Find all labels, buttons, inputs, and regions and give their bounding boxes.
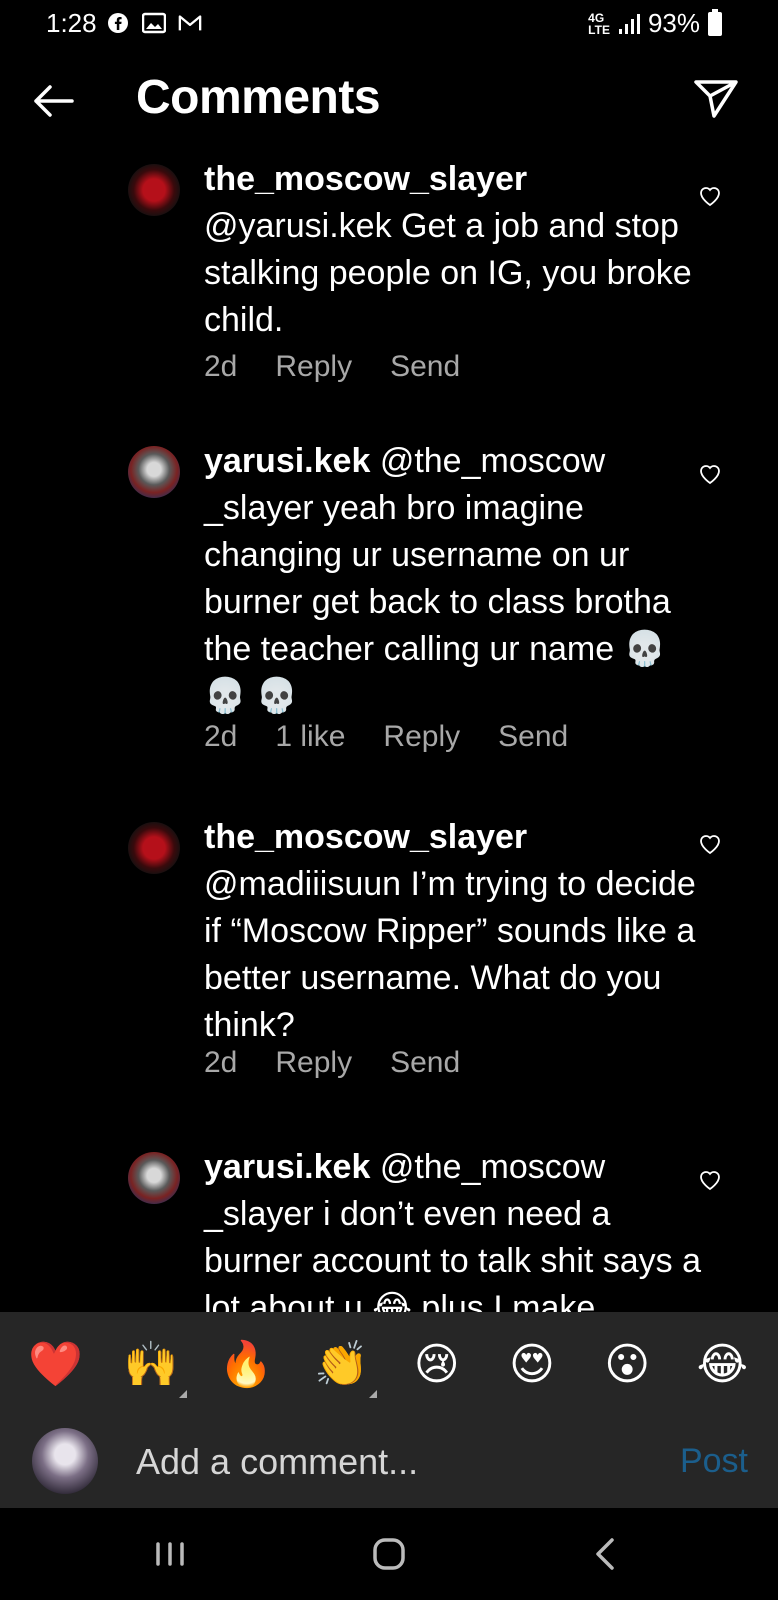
emoji-crying-button[interactable]: 😢 <box>407 1339 467 1390</box>
comment-time: 2d <box>204 350 238 383</box>
comments-list: the_moscow_slayer @yarusi.kek Get a job … <box>0 150 778 1312</box>
comment-meta: 2d 1 like Reply Send <box>204 720 568 754</box>
system-nav-bar <box>0 1508 778 1600</box>
comment-username[interactable]: yarusi.kek <box>204 442 370 480</box>
comment-username[interactable]: yarusi.kek <box>204 1148 370 1186</box>
clock: 1:28 <box>46 8 97 38</box>
heart-icon[interactable] <box>698 462 722 486</box>
back-nav-icon[interactable] <box>584 1532 628 1576</box>
reply-button[interactable]: Reply <box>275 1046 352 1080</box>
reply-button[interactable]: Reply <box>275 350 352 384</box>
reply-button[interactable]: Reply <box>383 720 460 754</box>
emoji-raised-hands-button[interactable]: 🙌 <box>121 1338 187 1398</box>
avatar[interactable] <box>128 1152 180 1204</box>
like-count[interactable]: 1 like <box>275 720 345 754</box>
battery-percent: 93% <box>647 8 700 38</box>
skin-tone-indicator-icon <box>178 1390 187 1398</box>
heart-icon[interactable] <box>698 1168 722 1192</box>
signal-icon <box>618 13 640 34</box>
avatar[interactable] <box>128 164 180 216</box>
page-title: Comments <box>136 71 381 124</box>
emoji-raised-hands: 🙌 <box>123 1340 179 1389</box>
status-bar: 1:28 4G LTE 93% <box>0 0 778 48</box>
emoji-laughing-button[interactable]: 😂 <box>692 1339 752 1390</box>
share-button[interactable] <box>692 74 740 122</box>
comment-username[interactable]: the_moscow_slayer <box>204 814 704 861</box>
comment-body: yarusi.kek @the_moscow _slayer i don’t e… <box>204 1144 704 1312</box>
emoji-fire-button[interactable]: 🔥 <box>216 1338 276 1390</box>
avatar[interactable] <box>128 446 180 498</box>
heart-icon[interactable] <box>698 184 722 208</box>
comment-text: @yarusi.kek Get a job and stop stalking … <box>204 207 692 339</box>
comment-body: the_moscow_slayer @madiiisuun I’m trying… <box>204 814 704 1049</box>
battery-icon <box>708 8 722 36</box>
comment-time: 2d <box>204 1046 238 1079</box>
paper-plane-icon <box>694 80 738 118</box>
gmail-icon <box>178 11 202 35</box>
avatar[interactable] <box>128 822 180 874</box>
network-indicator: 4G LTE <box>588 10 610 37</box>
home-icon[interactable] <box>367 1532 411 1576</box>
heart-icon[interactable] <box>698 832 722 856</box>
back-button[interactable] <box>28 76 78 126</box>
send-button[interactable]: Send <box>390 350 460 384</box>
comment-username[interactable]: the_moscow_slayer <box>204 156 704 203</box>
comment-text: @madiiisuun I’m trying to decide if “Mos… <box>204 865 696 1044</box>
send-button[interactable]: Send <box>498 720 568 754</box>
emoji-heart-button[interactable]: ❤️ <box>26 1338 86 1390</box>
send-button[interactable]: Send <box>390 1046 460 1080</box>
post-button[interactable]: Post <box>680 1442 748 1481</box>
gallery-icon <box>142 11 166 35</box>
current-user-avatar <box>32 1428 98 1494</box>
comment-text: @the_moscow _slayer yeah bro imagine cha… <box>204 442 671 715</box>
emoji-surprised-button[interactable]: 😮 <box>597 1339 657 1390</box>
comment-composer: Post <box>0 1416 778 1508</box>
comment-meta: 2d Reply Send <box>204 350 460 384</box>
emoji-heart-eyes-button[interactable]: 😍 <box>502 1339 562 1390</box>
comment-time: 2d <box>204 720 238 753</box>
comment-body: the_moscow_slayer @yarusi.kek Get a job … <box>204 156 704 344</box>
header: Comments <box>0 52 778 148</box>
emoji-clap-button[interactable]: 👏 <box>311 1338 378 1398</box>
skin-tone-indicator-icon <box>369 1390 378 1398</box>
facebook-icon <box>106 11 130 35</box>
emoji-clap: 👏 <box>313 1340 369 1389</box>
comment-meta: 2d Reply Send <box>204 1046 460 1080</box>
arrow-left-icon <box>34 85 74 117</box>
emoji-quick-bar: ❤️ 🙌 🔥 👏 😢 😍 😮 😂 <box>0 1312 778 1416</box>
recent-apps-icon[interactable] <box>148 1532 192 1576</box>
comment-input[interactable] <box>136 1438 636 1486</box>
comment-body: yarusi.kek @the_moscow _slayer yeah bro … <box>204 438 704 720</box>
